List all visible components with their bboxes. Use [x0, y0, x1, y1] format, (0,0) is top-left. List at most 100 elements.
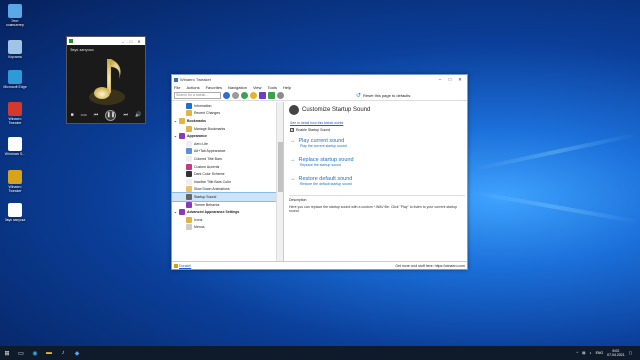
reset-label: Reset this page to defaults — [363, 93, 411, 98]
tree-item[interactable]: Custom Accents — [172, 163, 283, 171]
menu-item-actions[interactable]: Actions — [186, 85, 199, 90]
tree-item[interactable]: Theme Behavior — [172, 201, 283, 209]
maximize-button[interactable]: □ — [127, 39, 135, 44]
check-icon[interactable] — [268, 92, 275, 99]
action-subtitle: Replace the startup sound — [300, 163, 341, 167]
elapsed-time: 0:00 — [80, 113, 87, 117]
explorer-icon[interactable]: ▬ — [42, 346, 56, 360]
tree-item-icon — [186, 148, 192, 155]
desktop-icon[interactable]: Winaero Tweaker — [2, 170, 28, 193]
tree-item-icon — [186, 140, 192, 147]
menu-item-file[interactable]: File — [174, 85, 180, 90]
network-icon[interactable]: ▤ — [582, 351, 585, 355]
tree-item[interactable]: Dark Color Scheme — [172, 170, 283, 178]
winaero-window[interactable]: Winaero Tweaker – □ ✕ File Actions Favorit… — [171, 74, 468, 270]
tree-item[interactable]: Menus — [172, 224, 283, 232]
desktop-icon[interactable]: Звук запуска — [2, 203, 28, 222]
minimize-button[interactable]: – — [435, 77, 445, 82]
tree-scrollbar[interactable] — [276, 102, 283, 262]
forward-icon[interactable] — [232, 92, 239, 99]
tree-item[interactable]: Information — [172, 102, 283, 110]
taskbar: ⊞ ▭ ◉ ▬ ♪ ◆ ^ ▤ ◖ ENG 8:02 07.04.2021 ▢ — [0, 346, 640, 360]
menu-item-tools[interactable]: Tools — [268, 85, 277, 90]
menu-item-navigation[interactable]: Navigation — [228, 85, 247, 90]
reset-page-button[interactable]: ↺ Reset this page to defaults — [356, 92, 410, 99]
scrollbar-thumb[interactable] — [278, 142, 283, 192]
tree-item[interactable]: Aero Lite — [172, 140, 283, 148]
settings-icon[interactable] — [277, 92, 284, 99]
tree-item-icon — [186, 125, 192, 132]
tree-category[interactable]: ⌄ Advanced Appearance Settings — [172, 208, 283, 216]
window-titlebar[interactable]: Winaero Tweaker – □ ✕ — [172, 75, 467, 84]
star-icon[interactable] — [250, 92, 257, 99]
tree-item[interactable]: Startup Sound — [172, 192, 283, 202]
bookmark-add-icon[interactable] — [241, 92, 248, 99]
winaero-link[interactable]: Get more cool stuff here: https://winaer… — [395, 264, 465, 268]
status-bar: Donate! Get more cool stuff here: https:… — [172, 261, 467, 269]
tree-item-icon — [178, 209, 185, 216]
menu-item-view[interactable]: View — [253, 85, 262, 90]
collapse-arrow-icon[interactable]: ⌄ — [174, 119, 177, 123]
action-link[interactable]: → Restore default sound Restore the defaul… — [290, 176, 468, 186]
maximize-button[interactable]: □ — [445, 77, 455, 82]
volume-icon[interactable]: 🔊 — [135, 112, 141, 118]
desktop-icon[interactable]: Windows S... — [2, 137, 28, 156]
close-button[interactable]: ✕ — [455, 77, 465, 83]
close-button[interactable]: ✕ — [135, 39, 143, 44]
collapse-arrow-icon[interactable]: ⌄ — [174, 210, 177, 214]
desktop-icon[interactable]: Корзина — [2, 40, 28, 59]
tree-item[interactable]: Manage Bookmarks — [172, 125, 283, 133]
donate-link[interactable]: Donate! — [179, 264, 191, 268]
search-input[interactable]: Search for a tweak... — [174, 92, 221, 99]
task-view-icon[interactable]: ▭ — [14, 346, 28, 360]
back-icon[interactable] — [223, 92, 230, 99]
tree-item-icon — [178, 117, 185, 124]
action-link[interactable]: → Replace startup sound Replace the startu… — [290, 157, 468, 167]
desktop-icon[interactable]: Microsoft Edge — [2, 70, 28, 89]
enable-startup-sound-checkbox[interactable]: ✓ Enable Startup Sound — [290, 128, 468, 132]
tree-category[interactable]: ⌄ Bookmarks — [172, 117, 283, 125]
action-link[interactable]: → Play current sound Play the current star… — [290, 138, 468, 148]
notifications-icon[interactable]: ▢ — [629, 351, 632, 355]
show-hidden-icon[interactable]: ^ — [576, 351, 578, 355]
media-player-taskbar-icon[interactable]: ♪ — [56, 346, 70, 360]
menu-item-favorites[interactable]: Favorites — [206, 85, 222, 90]
player-titlebar[interactable]: – □ ✕ — [67, 37, 145, 45]
language-indicator[interactable]: ENG — [596, 351, 604, 355]
start-button[interactable]: ⊞ — [0, 346, 14, 360]
desktop-icon[interactable]: Winaero Tweaker — [2, 102, 28, 125]
page-title-text: Customize Startup Sound — [302, 107, 371, 113]
bookmarks-icon[interactable] — [259, 92, 266, 99]
desktop-icon-label: Этот компьютер — [6, 19, 24, 27]
tree-item-label: Advanced Appearance Settings — [186, 210, 240, 215]
next-button[interactable]: ⏭ — [124, 112, 129, 118]
tree-item[interactable]: Slow Down Animations — [172, 186, 283, 194]
tree-item-label: Custom Accents — [194, 164, 220, 169]
stop-button[interactable]: ■ — [71, 112, 74, 118]
pause-button[interactable]: ❚❚ — [105, 109, 117, 121]
tree-item[interactable]: Inactive Title Bars Color — [172, 178, 283, 186]
tree-item[interactable]: Colored Title Bars — [172, 155, 283, 163]
tree-item-label: Aero Lite — [194, 141, 209, 146]
menu-item-help[interactable]: Help — [283, 85, 291, 90]
edge-icon[interactable]: ◉ — [28, 346, 42, 360]
tree-item[interactable]: Icons — [172, 216, 283, 224]
minimize-button[interactable]: – — [119, 39, 127, 44]
tree-item[interactable]: Recent Changes — [172, 110, 283, 118]
settings-pane: Customize Startup Sound See in detail ho… — [286, 102, 468, 262]
wallpaper-beam — [471, 132, 639, 172]
tree-item[interactable]: Alt+Tab Appearance — [172, 148, 283, 156]
volume-icon[interactable]: ◖ — [589, 351, 591, 355]
tree-category[interactable]: ⌄ Appearance — [172, 132, 283, 140]
media-player-window[interactable]: – □ ✕ Звук запуска ■ 0:00 ⏮ ❚❚ ⏭ 🔊 — [66, 36, 146, 124]
checkbox-box[interactable]: ✓ — [290, 128, 294, 132]
desktop-icon-label: Winaero Tweaker — [8, 185, 22, 193]
clock[interactable]: 8:02 07.04.2021 — [607, 349, 625, 357]
tree-item-icon — [186, 216, 192, 223]
collapse-arrow-icon[interactable]: ⌄ — [174, 134, 177, 138]
tree-item-icon — [186, 110, 192, 117]
desktop-icon[interactable]: Этот компьютер — [2, 4, 28, 27]
winaero-taskbar-icon[interactable]: ◆ — [70, 346, 84, 360]
detail-link[interactable]: See in detail how this tweak works — [290, 121, 468, 125]
previous-button[interactable]: ⏮ — [94, 112, 99, 118]
